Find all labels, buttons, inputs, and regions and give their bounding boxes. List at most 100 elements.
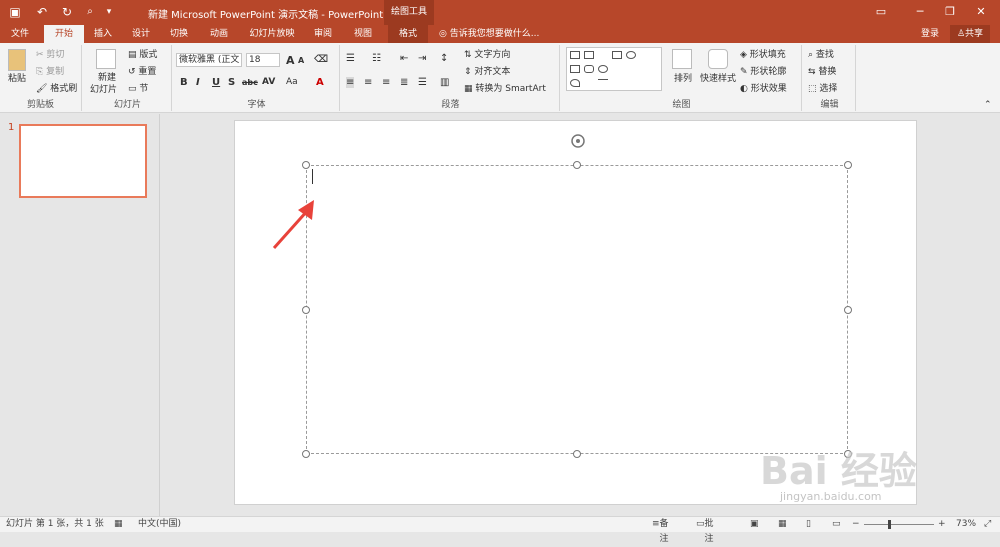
reset-button[interactable]: ↺ 重置 <box>128 66 156 78</box>
paste-button[interactable]: 粘贴 <box>8 73 26 85</box>
align-text-button[interactable]: ⇕ 对齐文本 <box>464 66 510 78</box>
text-direction-button[interactable]: ⇅ 文字方向 <box>464 49 510 61</box>
maximize-icon[interactable]: ❐ <box>935 3 965 21</box>
tab-view[interactable]: 视图 <box>346 25 380 43</box>
copy-button[interactable]: ⎘ 复制 <box>36 66 64 78</box>
share-button[interactable]: ♙共享 <box>950 25 990 43</box>
customize-toolbar-icon[interactable]: ▾ <box>104 4 114 20</box>
tell-me-box[interactable]: ◎ 告诉我您想要做什么... <box>439 25 539 43</box>
smartart-button[interactable]: ▦ 转换为 SmartArt <box>464 83 546 95</box>
text-placeholder[interactable] <box>306 165 848 454</box>
tab-design[interactable]: 设计 <box>124 25 158 43</box>
tab-animations[interactable]: 动画 <box>202 25 236 43</box>
layout-button[interactable]: ▤ 版式 <box>128 49 157 61</box>
format-painter-button[interactable]: 🖌 格式刷 <box>36 83 77 95</box>
undo-icon[interactable]: ↶ <box>34 4 50 20</box>
shapes-gallery[interactable] <box>566 47 662 91</box>
strikethrough-button[interactable]: abc <box>242 78 258 87</box>
char-spacing-button[interactable]: AV <box>262 77 275 87</box>
distribute-icon[interactable]: ☰ <box>418 77 427 88</box>
slideshow-view-icon[interactable]: ▭ <box>832 517 841 532</box>
comments-button[interactable]: ▭ 批注 <box>696 517 714 544</box>
spellcheck-icon[interactable]: ▦ <box>114 517 123 532</box>
start-from-beginning-icon[interactable]: ⌕ <box>83 4 97 20</box>
select-button[interactable]: ⬚ 选择 <box>808 83 837 95</box>
cut-button[interactable]: ✂ 剪切 <box>36 49 64 61</box>
vertical-textbox-shape-icon[interactable] <box>584 51 594 59</box>
curve-shape-icon[interactable] <box>598 79 608 87</box>
zoom-in-icon[interactable]: + <box>938 517 946 532</box>
zoom-slider[interactable] <box>864 524 934 525</box>
section-button[interactable]: ▭ 节 <box>128 83 148 95</box>
resize-handle-t[interactable] <box>573 161 581 169</box>
new-slide-label[interactable]: 新建 <box>98 72 116 84</box>
align-center-icon[interactable]: ≡ <box>364 77 372 88</box>
resize-handle-tl[interactable] <box>302 161 310 169</box>
shape-fill-button[interactable]: ◈ 形状填充 <box>740 49 786 61</box>
tab-insert[interactable]: 插入 <box>86 25 120 43</box>
font-color-button[interactable]: A <box>316 77 324 88</box>
minimize-icon[interactable]: ─ <box>905 3 935 21</box>
change-case-button[interactable]: Aa <box>286 77 298 87</box>
line-spacing-icon[interactable]: ↕ <box>440 53 448 64</box>
reading-view-icon[interactable]: ▯ <box>806 517 811 532</box>
language-status[interactable]: 中文(中国) <box>138 517 181 532</box>
font-name-select[interactable]: 微软雅黑 (正文 <box>176 53 242 67</box>
slide-thumbnail[interactable] <box>19 124 147 198</box>
tab-transitions[interactable]: 切换 <box>162 25 196 43</box>
freeform-shape-icon[interactable] <box>570 79 580 87</box>
redo-icon[interactable]: ↻ <box>60 4 74 20</box>
rotate-handle-icon[interactable] <box>568 131 588 151</box>
resize-handle-bl[interactable] <box>302 450 310 458</box>
rounded-rect-shape-icon[interactable] <box>584 65 594 73</box>
tab-slideshow[interactable]: 幻灯片放映 <box>242 25 302 43</box>
arrange-button[interactable]: 排列 <box>674 73 692 85</box>
columns-icon[interactable]: ▥ <box>440 77 449 88</box>
decrease-indent-icon[interactable]: ⇤ <box>400 53 408 64</box>
arrange-icon[interactable] <box>672 49 692 69</box>
quick-styles-button[interactable]: 快速样式 <box>700 73 736 85</box>
find-button[interactable]: ⌕ 查找 <box>808 49 834 61</box>
numbering-icon[interactable]: ☷ <box>372 53 381 64</box>
tab-review[interactable]: 审阅 <box>306 25 340 43</box>
slide-sorter-icon[interactable]: ▦ <box>778 517 787 532</box>
ribbon-display-icon[interactable]: ▭ <box>866 3 896 21</box>
oval-shape-icon[interactable] <box>626 51 636 59</box>
tab-format[interactable]: 格式 <box>388 25 428 43</box>
align-left-icon[interactable]: ≡ <box>346 77 355 88</box>
tab-file[interactable]: 文件 <box>2 25 38 43</box>
font-size-select[interactable]: 18 <box>246 53 280 67</box>
textbox-shape-icon[interactable] <box>570 51 580 59</box>
zoom-slider-thumb[interactable] <box>888 520 891 529</box>
decrease-font-icon[interactable]: A <box>298 56 304 65</box>
fit-slide-icon[interactable]: ⤢ <box>984 517 991 532</box>
zoom-out-icon[interactable]: − <box>852 517 860 532</box>
resize-handle-tr[interactable] <box>844 161 852 169</box>
quick-styles-icon[interactable] <box>708 49 728 69</box>
resize-handle-l[interactable] <box>302 306 310 314</box>
shape-outline-button[interactable]: ✎ 形状轮廓 <box>740 66 786 78</box>
shape-effect-button[interactable]: ◐ 形状效果 <box>740 83 787 95</box>
bullets-icon[interactable]: ☰ <box>346 53 355 64</box>
underline-button[interactable]: U <box>212 77 220 88</box>
new-slide-label-2[interactable]: 幻灯片 <box>90 84 117 96</box>
close-icon[interactable]: ✕ <box>966 3 996 21</box>
tab-home[interactable]: 开始 <box>44 25 84 43</box>
notes-button[interactable]: ≡ 备注 <box>652 517 669 544</box>
increase-indent-icon[interactable]: ⇥ <box>418 53 426 64</box>
new-slide-icon[interactable] <box>96 49 116 69</box>
zoom-level[interactable]: 73% <box>956 517 976 532</box>
sign-in-link[interactable]: 登录 <box>915 25 945 43</box>
resize-handle-r[interactable] <box>844 306 852 314</box>
increase-font-icon[interactable]: A <box>286 54 295 67</box>
italic-button[interactable]: I <box>196 77 200 88</box>
resize-handle-b[interactable] <box>573 450 581 458</box>
circle-shape-icon[interactable] <box>598 65 608 73</box>
save-icon[interactable]: ▣ <box>8 4 22 20</box>
shadow-button[interactable]: S <box>228 77 235 88</box>
normal-view-icon[interactable]: ▣ <box>750 517 759 532</box>
clear-format-icon[interactable]: ⌫ <box>314 54 328 65</box>
align-right-icon[interactable]: ≡ <box>382 77 390 88</box>
rect2-shape-icon[interactable] <box>570 65 580 73</box>
paste-icon[interactable] <box>8 49 26 71</box>
